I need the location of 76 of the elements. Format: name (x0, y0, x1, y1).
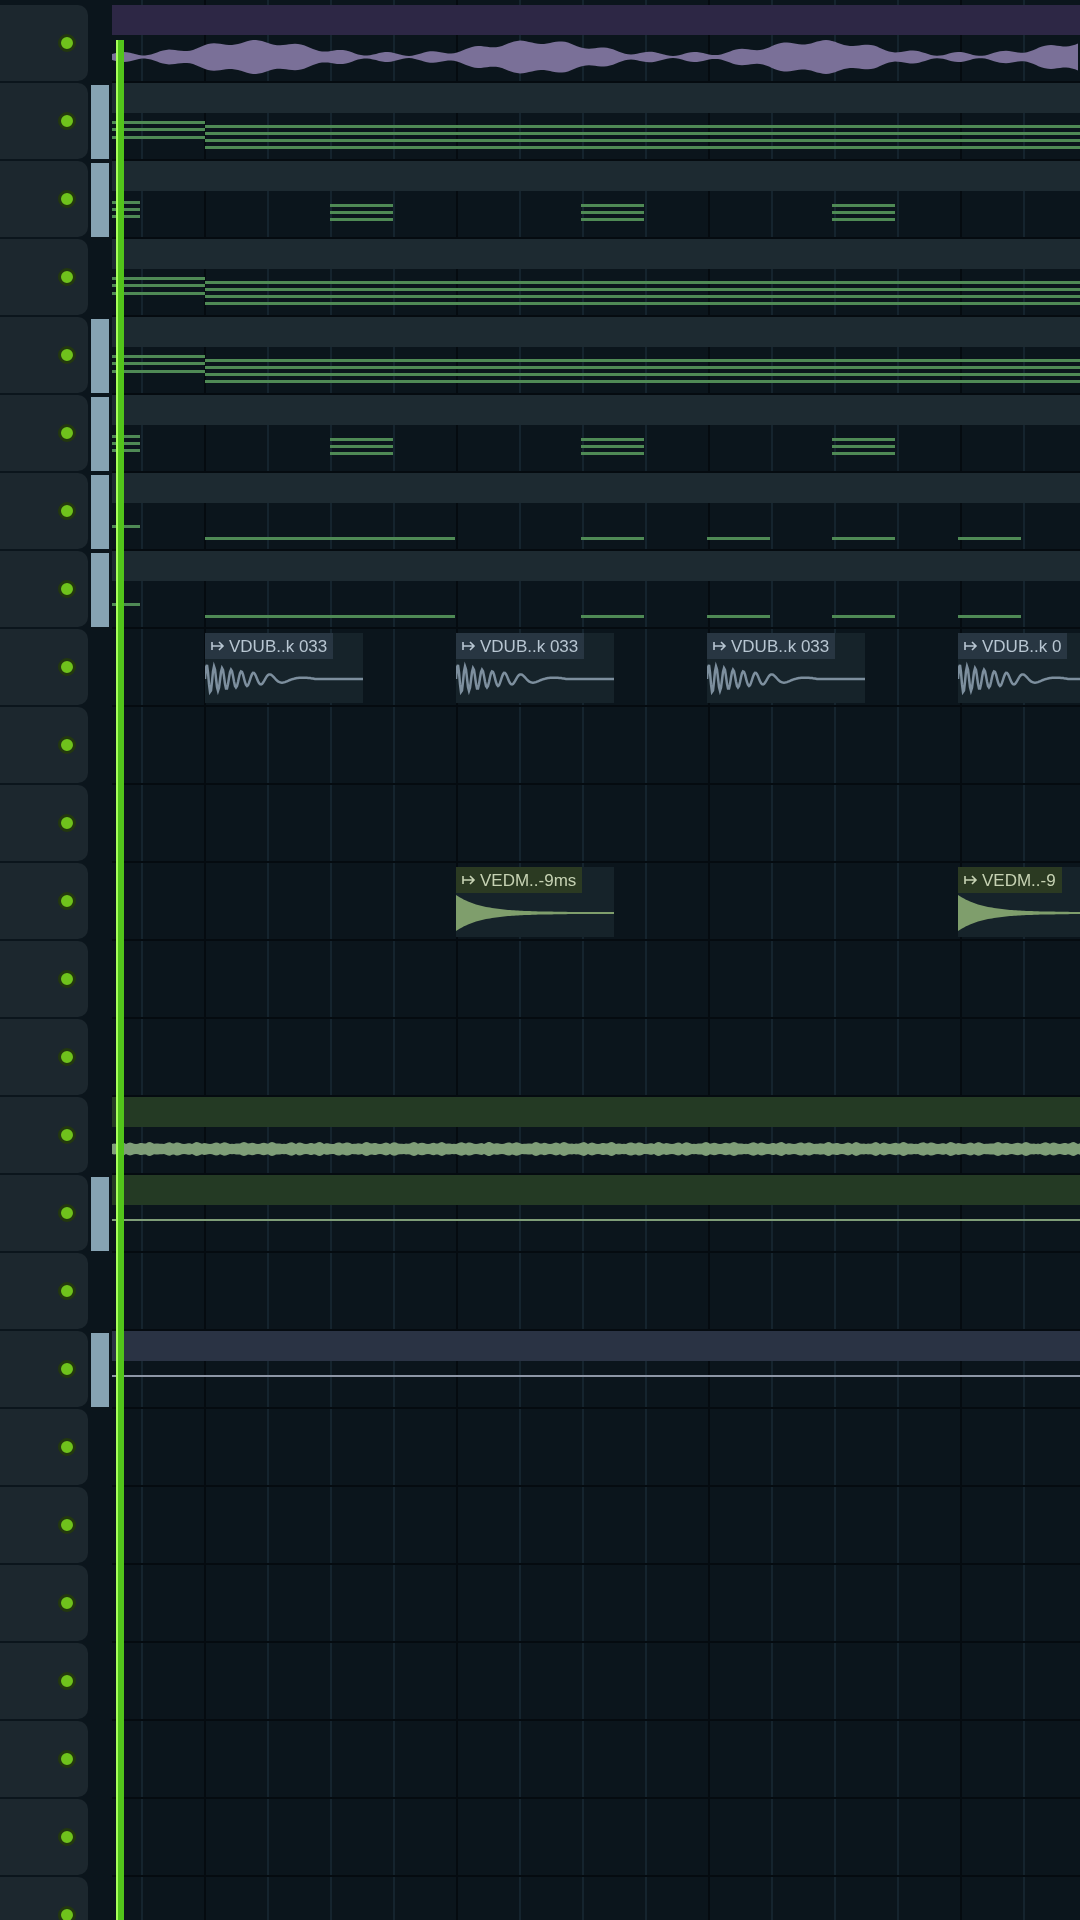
arrow-icon (964, 640, 978, 652)
led-indicator[interactable] (58, 502, 76, 520)
track-header[interactable] (0, 785, 88, 861)
led-indicator[interactable] (58, 1048, 76, 1066)
track-header[interactable] (0, 473, 88, 549)
track-header[interactable] (0, 707, 88, 783)
led-indicator[interactable] (58, 268, 76, 286)
clip-label: VDUB..k 0 (982, 637, 1062, 655)
track-header[interactable] (0, 1487, 88, 1563)
track-header[interactable] (0, 1331, 88, 1407)
led-indicator[interactable] (58, 346, 76, 364)
led-indicator[interactable] (58, 1204, 76, 1222)
sample-clip[interactable]: VDUB..k 033 (205, 633, 363, 703)
sample-clip[interactable]: VEDM..-9ms (456, 867, 614, 937)
track-header[interactable] (0, 239, 88, 315)
track-select-marker[interactable] (91, 475, 109, 549)
led-indicator[interactable] (58, 34, 76, 52)
track-select-marker[interactable] (91, 397, 109, 471)
track-header[interactable] (0, 551, 88, 627)
clip-label: VEDM..-9ms (480, 871, 577, 889)
track-header[interactable] (0, 1721, 88, 1797)
track-select-marker[interactable] (91, 1177, 109, 1251)
track-header[interactable] (0, 83, 88, 159)
sample-clip[interactable]: VDUB..k 0 (958, 633, 1080, 703)
clip-label: VEDM..-9 (982, 871, 1056, 889)
sample-clip[interactable]: VDUB..k 033 (456, 633, 614, 703)
led-indicator[interactable] (58, 1516, 76, 1534)
led-indicator[interactable] (58, 424, 76, 442)
led-indicator[interactable] (58, 658, 76, 676)
led-indicator[interactable] (58, 892, 76, 910)
led-indicator[interactable] (58, 190, 76, 208)
led-indicator[interactable] (58, 1750, 76, 1768)
track-header[interactable] (0, 1097, 88, 1173)
arrow-icon (964, 874, 978, 886)
led-indicator[interactable] (58, 736, 76, 754)
track-header[interactable] (0, 395, 88, 471)
track-select-marker[interactable] (91, 319, 109, 393)
track-header[interactable] (0, 629, 88, 705)
led-indicator[interactable] (58, 814, 76, 832)
arrow-icon (211, 640, 225, 652)
track-header[interactable] (0, 317, 88, 393)
track-header[interactable] (0, 1019, 88, 1095)
track-header[interactable] (0, 1799, 88, 1875)
led-indicator[interactable] (58, 112, 76, 130)
clip-label: VDUB..k 033 (229, 637, 328, 655)
track-header[interactable] (0, 941, 88, 1017)
led-indicator[interactable] (58, 1828, 76, 1846)
sample-clip[interactable]: VEDM..-9 (958, 867, 1080, 937)
led-indicator[interactable] (58, 1360, 76, 1378)
track-select-marker[interactable] (91, 1333, 109, 1407)
led-indicator[interactable] (58, 580, 76, 598)
playhead-marker[interactable] (116, 40, 124, 1920)
track-header[interactable] (0, 1409, 88, 1485)
track-header[interactable] (0, 1175, 88, 1251)
track-header[interactable] (0, 1253, 88, 1329)
arrow-icon (713, 640, 727, 652)
clip-label: VDUB..k 033 (480, 637, 579, 655)
led-indicator[interactable] (58, 1282, 76, 1300)
led-indicator[interactable] (58, 1594, 76, 1612)
arrow-icon (462, 874, 476, 886)
track-header[interactable] (0, 863, 88, 939)
track-header[interactable] (0, 1643, 88, 1719)
track-header[interactable] (0, 1565, 88, 1641)
led-indicator[interactable] (58, 1126, 76, 1144)
led-indicator[interactable] (58, 1438, 76, 1456)
track-select-marker[interactable] (91, 85, 109, 159)
track-header[interactable] (0, 5, 88, 81)
sample-clip[interactable]: VDUB..k 033 (707, 633, 865, 703)
led-indicator[interactable] (58, 1672, 76, 1690)
arrow-icon (462, 640, 476, 652)
track-header[interactable] (0, 161, 88, 237)
track-select-marker[interactable] (91, 553, 109, 627)
led-indicator[interactable] (58, 1906, 76, 1920)
track-select-marker[interactable] (91, 163, 109, 237)
led-indicator[interactable] (58, 970, 76, 988)
clip-label: VDUB..k 033 (731, 637, 830, 655)
